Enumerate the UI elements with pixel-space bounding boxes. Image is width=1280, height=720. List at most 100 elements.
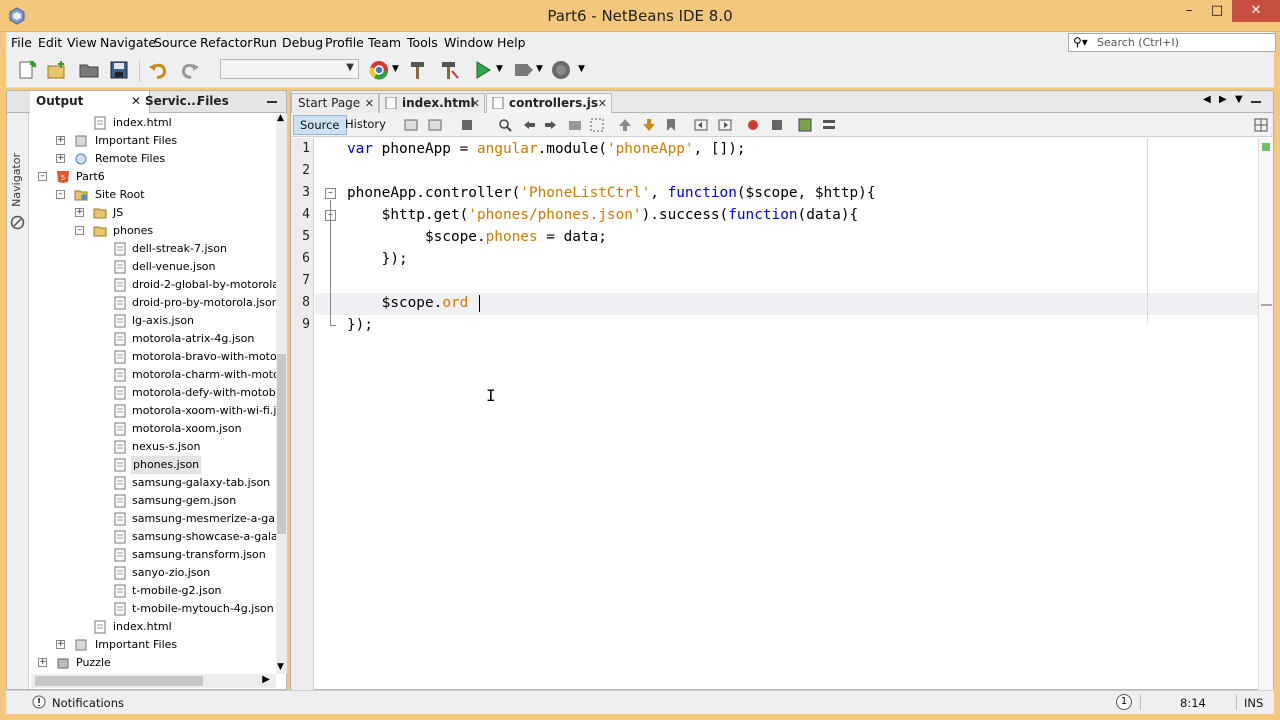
tab-index-html[interactable]: index.html ✕ [379, 93, 485, 113]
run-icon[interactable] [472, 59, 494, 81]
minimize-panel-icon[interactable] [267, 101, 277, 103]
menu-refactor[interactable]: Refactor [200, 35, 252, 50]
build-hammer-icon[interactable] [407, 59, 429, 81]
menu-edit[interactable]: Edit [38, 35, 62, 50]
chevron-down-icon[interactable]: ▼ [496, 64, 503, 74]
close-icon[interactable]: ✕ [471, 95, 480, 113]
open-project-icon[interactable] [78, 59, 100, 81]
tab-output[interactable]: Output ✕ [30, 91, 150, 113]
notifications-label[interactable]: Notifications [52, 696, 124, 710]
project-icon [57, 658, 69, 669]
error-stripe[interactable] [1258, 138, 1273, 690]
line-number: 9 [302, 317, 310, 332]
clean-build-icon[interactable] [438, 59, 460, 81]
tab-files[interactable]: Files [197, 91, 247, 113]
navigator-label: Navigator [10, 153, 23, 207]
back-icon[interactable] [427, 117, 443, 133]
search-field[interactable]: ⚲▾ Search (Ctrl+I) [1068, 33, 1276, 52]
tab-list-icon[interactable]: ▼ [1235, 94, 1243, 105]
tab-controllers-js[interactable]: controllers.js ✕ [486, 93, 612, 113]
text-caret [479, 295, 480, 312]
json-file-icon [114, 584, 126, 598]
comment-icon[interactable] [797, 117, 813, 133]
shift-left-icon[interactable] [693, 117, 709, 133]
shift-right-icon[interactable] [717, 117, 733, 133]
scroll-right-icon[interactable]: ▶ [262, 674, 270, 685]
notifications-icon[interactable] [32, 695, 46, 709]
undo-icon[interactable] [148, 59, 170, 81]
menu-team[interactable]: Team [368, 35, 401, 50]
chevron-down-icon[interactable]: ▼ [536, 64, 543, 74]
json-file-icon [114, 512, 126, 526]
find-icon[interactable] [497, 117, 513, 133]
scrollbar-thumb[interactable] [277, 354, 286, 534]
close-button[interactable]: ✕ [1232, 0, 1280, 22]
collapse-icon[interactable]: – [38, 172, 47, 181]
menu-navigate[interactable]: Navigate [100, 35, 156, 50]
start-macro-recording-icon[interactable] [745, 117, 761, 133]
close-icon[interactable]: ✕ [365, 95, 374, 113]
navigator-strip[interactable]: Navigator [7, 113, 29, 689]
stop-macro-recording-icon[interactable] [769, 117, 785, 133]
menu-tools[interactable]: Tools [407, 35, 438, 50]
menu-debug[interactable]: Debug [282, 35, 323, 50]
html-file-icon [94, 620, 106, 634]
profile-icon[interactable] [550, 59, 572, 81]
save-all-icon[interactable] [108, 59, 130, 81]
chevron-down-icon[interactable]: ▼ [578, 64, 585, 74]
collapse-icon[interactable]: – [75, 226, 84, 235]
expand-icon[interactable]: + [56, 154, 65, 163]
menu-window[interactable]: Window [444, 35, 493, 50]
debug-icon[interactable] [512, 59, 534, 81]
maximize-button[interactable]: □ [1200, 0, 1234, 22]
toggle-rectangular-selection-icon[interactable] [589, 117, 605, 133]
menu-file[interactable]: File [11, 35, 32, 50]
tab-services[interactable]: Servic... [145, 91, 203, 113]
tab-start-page[interactable]: Start Page ✕ [291, 93, 379, 113]
tree-vertical-scrollbar[interactable]: ▲ ▼ [276, 113, 287, 674]
history-view-tab[interactable]: History [339, 115, 392, 135]
uncomment-icon[interactable] [821, 117, 837, 133]
scroll-tabs-right-icon[interactable]: ▶ [1219, 94, 1227, 105]
last-edit-icon[interactable] [403, 117, 419, 133]
notification-badge[interactable]: 1 [1116, 694, 1132, 710]
close-icon[interactable]: ✕ [131, 91, 141, 112]
toggle-bookmark-icon[interactable] [663, 117, 679, 133]
navigator-icon[interactable] [10, 215, 25, 230]
close-icon[interactable]: ✕ [598, 95, 607, 113]
toggle-highlight-icon[interactable] [567, 117, 583, 133]
site-root-folder-icon [74, 190, 88, 201]
redo-icon[interactable] [178, 59, 200, 81]
menu-help[interactable]: Help [497, 35, 526, 50]
chevron-down-icon[interactable]: ▼ [392, 64, 399, 74]
expand-icon[interactable]: + [38, 658, 47, 667]
new-file-icon[interactable] [16, 59, 38, 81]
split-editor-icon[interactable] [1253, 117, 1269, 133]
expand-icon[interactable]: + [75, 208, 84, 217]
minimize-editor-icon[interactable] [1251, 101, 1261, 103]
browser-chrome-icon[interactable] [368, 59, 390, 81]
next-bookmark-icon[interactable] [641, 117, 657, 133]
menu-profile[interactable]: Profile [325, 35, 364, 50]
find-previous-icon[interactable] [521, 117, 537, 133]
find-next-icon[interactable] [543, 117, 559, 133]
scrollbar-thumb[interactable] [35, 676, 203, 686]
menu-view[interactable]: View [67, 35, 97, 50]
forward-icon[interactable] [459, 117, 475, 133]
scroll-up-icon[interactable]: ▲ [277, 113, 284, 123]
expand-icon[interactable]: + [56, 640, 65, 649]
code-area[interactable]: – – var phoneApp = angular.module('phone… [315, 138, 1259, 690]
collapse-icon[interactable]: – [56, 190, 65, 199]
previous-bookmark-icon[interactable] [617, 117, 633, 133]
scroll-tabs-left-icon[interactable]: ◀ [1203, 94, 1211, 105]
json-file-icon [114, 350, 126, 364]
panel-tabs: Output ✕ Servic... Files [7, 91, 286, 113]
menu-source[interactable]: Source [154, 35, 197, 50]
configuration-dropdown[interactable]: ▼ [220, 59, 359, 79]
menu-run[interactable]: Run [253, 35, 277, 50]
expand-icon[interactable]: + [56, 136, 65, 145]
new-project-icon[interactable] [46, 59, 68, 81]
scroll-down-icon[interactable]: ▼ [277, 662, 284, 672]
tree-horizontal-scrollbar[interactable]: ▶ [31, 674, 276, 688]
fold-toggle-icon[interactable]: – [325, 188, 336, 199]
